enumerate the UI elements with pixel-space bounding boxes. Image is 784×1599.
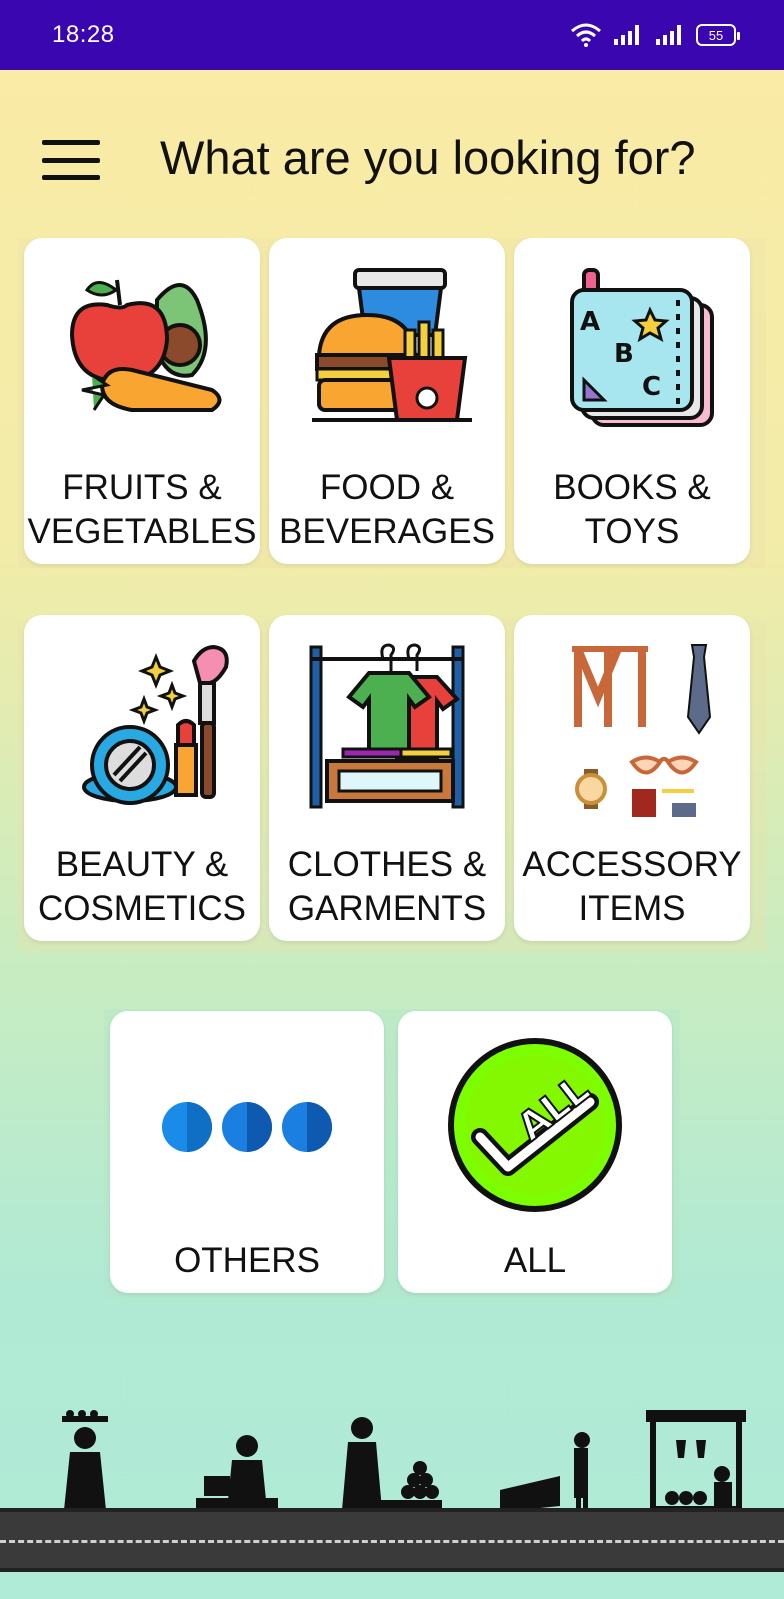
status-time: 18:28 [52, 21, 115, 48]
category-label: OTHERS [174, 1241, 320, 1280]
category-card-all[interactable]: ALL ALL [398, 1011, 672, 1293]
category-card-books-toys[interactable]: A B C BOOKS & TOYS [514, 238, 750, 564]
svg-text:C: C [642, 372, 661, 402]
category-card-fruits-vegetables[interactable]: FRUITS & VEGETABLES [24, 238, 260, 564]
fruits-vegetables-icon [69, 279, 222, 412]
accessory-items-icon [572, 644, 712, 817]
more-dots-icon [162, 1102, 332, 1152]
category-card-accessory-items[interactable]: ACCESSORY ITEMS [514, 615, 750, 941]
category-label: BOOKS & TOYS [553, 468, 711, 551]
svg-text:B: B [614, 339, 634, 369]
status-bar: 18:28 55 [0, 0, 784, 70]
battery-level: 55 [708, 27, 724, 43]
food-beverages-icon [312, 268, 472, 422]
category-label: BEAUTY & COSMETICS [37, 845, 247, 928]
clothes-garments-icon [309, 643, 465, 809]
beauty-cosmetics-icon [82, 644, 229, 805]
app-header: What are you looking for? [0, 120, 784, 200]
category-label: FOOD & BEVERAGES [279, 468, 495, 551]
hamburger-menu-icon[interactable] [42, 138, 102, 182]
category-label: ALL [503, 1241, 567, 1280]
category-label: ACCESSORY ITEMS [522, 845, 742, 928]
page-title: What are you looking for? [160, 131, 696, 184]
signal-icon [614, 25, 639, 45]
battery-icon: 55 [696, 24, 740, 46]
category-card-food-beverages[interactable]: FOOD & BEVERAGES [269, 238, 505, 564]
category-row-2: BEAUTY & COSMETICS CLOTHES & GARMENTS AC… [18, 615, 766, 951]
svg-text:A: A [580, 307, 600, 337]
all-check-icon: ALL [448, 1038, 622, 1212]
category-row-1: FRUITS & VEGETABLES FOOD & BEVERAGES A B [18, 238, 766, 568]
category-card-others[interactable]: OTHERS [110, 1011, 384, 1293]
category-row-3: OTHERS ALL ALL [104, 1009, 680, 1299]
road [0, 1508, 784, 1572]
category-card-clothes-garments[interactable]: CLOTHES & GARMENTS [269, 615, 505, 941]
status-icons: 55 [570, 23, 740, 47]
category-label: FRUITS & VEGETABLES [27, 468, 257, 551]
wifi-icon [571, 23, 601, 47]
signal-icon [656, 25, 681, 45]
books-toys-icon: A B C [570, 268, 714, 427]
category-label: CLOTHES & GARMENTS [287, 845, 487, 928]
category-card-beauty-cosmetics[interactable]: BEAUTY & COSMETICS [24, 615, 260, 941]
road-lane-marking [0, 1540, 784, 1543]
